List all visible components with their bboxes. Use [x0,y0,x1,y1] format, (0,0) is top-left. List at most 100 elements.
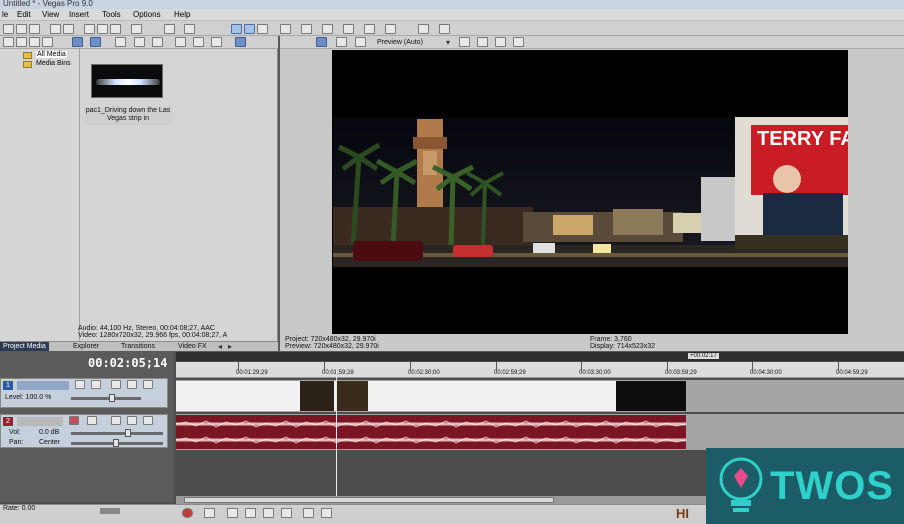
ignore-grouping-icon[interactable] [364,24,375,34]
video-event[interactable] [176,381,686,411]
undo-icon[interactable] [164,24,175,34]
crossfade-icon[interactable] [385,24,396,34]
close-icon[interactable] [115,37,126,47]
track-fx-icon[interactable] [143,416,153,425]
mute-icon[interactable] [111,416,121,425]
selection-edit-tool-icon[interactable] [257,24,268,34]
lock-envelopes-icon[interactable] [343,24,354,34]
render-icon[interactable] [50,24,61,34]
loop-region-bar[interactable] [176,352,904,361]
search-media-icon[interactable] [90,37,101,47]
capture-icon[interactable] [16,37,27,47]
arm-record-icon[interactable] [69,416,79,425]
volume-slider-knob[interactable] [125,429,131,437]
media-clip-caption[interactable]: pac1_Driving down the Las Vegas strip in [84,107,172,125]
stop-icon[interactable] [193,37,204,47]
media-toolbar [0,36,278,49]
new-icon[interactable] [3,24,14,34]
help-icon[interactable] [439,24,450,34]
paste-icon[interactable] [110,24,121,34]
media-clip-thumbnail[interactable] [91,64,163,98]
menu-help[interactable]: Help [174,10,190,19]
redo-icon[interactable] [184,24,195,34]
play-icon[interactable] [175,37,186,47]
preview-fx-icon[interactable] [336,37,347,47]
overlays-icon[interactable] [459,37,470,47]
tab-project-media[interactable]: Project Media [0,342,49,351]
menu-options[interactable]: Options [133,10,161,19]
play-from-start-icon[interactable] [227,508,238,518]
play-icon[interactable] [245,508,256,518]
rate-slider[interactable] [100,508,120,514]
menu-insert[interactable]: Insert [69,10,89,19]
save-snapshot-icon[interactable] [513,37,524,47]
pause-icon[interactable] [235,37,246,47]
auto-ripple-icon[interactable] [322,24,333,34]
stop-icon[interactable] [281,508,292,518]
properties-icon[interactable] [63,24,74,34]
track-motion-icon[interactable] [75,380,85,389]
envelope-edit-tool-icon[interactable] [244,24,255,34]
tab-transitions[interactable]: Transitions [118,342,158,351]
copy-snapshot-icon[interactable] [495,37,506,47]
pan-slider-knob[interactable] [113,439,119,447]
media-tags-icon[interactable] [152,37,163,47]
overlay-options-icon[interactable] [477,37,488,47]
prev-tab-icon[interactable]: ◂ [218,343,222,351]
cut-icon[interactable] [84,24,95,34]
scrollbar-thumb[interactable] [184,497,554,503]
video-output-icon[interactable] [316,37,327,47]
zoom-tool-icon[interactable] [280,24,291,34]
folder-icon [23,52,32,59]
audio-waveform [176,420,686,444]
go-to-start-icon[interactable] [303,508,314,518]
tree-item-media-bins[interactable]: Media Bins [36,60,71,67]
tree-item-all-media[interactable]: All Media [36,51,67,58]
track-name-field[interactable] [17,417,63,426]
menu-view[interactable]: View [42,10,59,19]
loop-playback-icon[interactable] [204,508,215,518]
volume-slider[interactable] [71,432,163,435]
pause-icon[interactable] [263,508,274,518]
copy-icon[interactable] [97,24,108,34]
timeline-cursor[interactable] [336,370,337,496]
level-slider[interactable] [71,397,141,400]
record-icon[interactable] [182,508,193,518]
track-name-field[interactable] [17,381,69,390]
import-media-icon[interactable] [3,37,14,47]
cursor-timecode[interactable]: 00:02:05;14 [88,356,167,370]
whats-this-icon[interactable] [418,24,429,34]
audio-event[interactable] [176,415,686,449]
audio-track-header[interactable]: 2 Vol: 0.0 dB Pan: Center [0,414,168,448]
views-icon[interactable] [134,37,145,47]
chevron-down-icon[interactable]: ▾ [446,39,450,47]
menu-file[interactable]: le [2,10,8,19]
go-to-end-icon[interactable] [321,508,332,518]
next-tab-icon[interactable]: ▸ [228,343,232,351]
composite-mode-icon[interactable] [143,380,153,389]
invert-phase-icon[interactable] [87,416,97,425]
tab-explorer[interactable]: Explorer [70,342,102,351]
menu-tools[interactable]: Tools [102,10,121,19]
auto-preview-icon[interactable] [211,37,222,47]
time-ruler[interactable]: 00:01:29;29 00:01;59;28 00:02:30;00 00:0… [176,362,904,378]
save-icon[interactable] [29,24,40,34]
track-fx-icon[interactable] [91,380,101,389]
preview-quality-select[interactable]: Preview (Auto) [377,39,423,47]
snap-icon[interactable] [301,24,312,34]
split-screen-icon[interactable] [355,37,366,47]
mute-icon[interactable] [111,380,121,389]
remove-media-icon[interactable] [42,37,53,47]
delete-icon[interactable] [131,24,142,34]
level-slider-knob[interactable] [109,394,115,402]
video-thumbnail [300,381,334,411]
normal-edit-tool-icon[interactable] [231,24,242,34]
solo-icon[interactable] [127,380,137,389]
open-icon[interactable] [16,24,27,34]
solo-icon[interactable] [127,416,137,425]
get-media-icon[interactable] [29,37,40,47]
video-track-header[interactable]: 1 Level: 100.0 % [0,378,168,408]
tab-video-fx[interactable]: Video FX [175,342,210,351]
media-fx-icon[interactable] [72,37,83,47]
menu-edit[interactable]: Edit [17,10,31,19]
